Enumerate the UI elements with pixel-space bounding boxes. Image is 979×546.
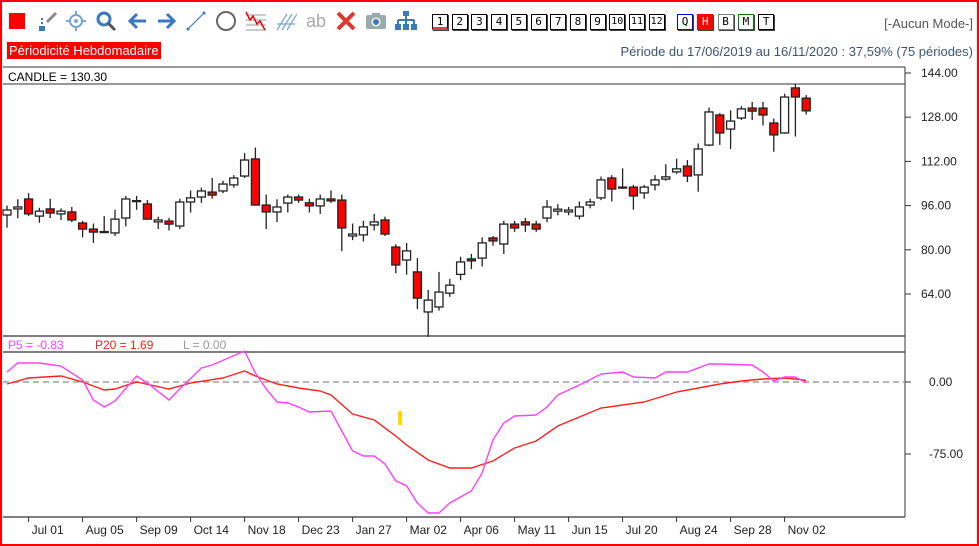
layout-button-10[interactable]: 10: [609, 14, 626, 30]
layout-button-1[interactable]: 1: [432, 14, 448, 30]
circle-icon[interactable]: [215, 10, 237, 32]
parallel-lines-icon[interactable]: [275, 10, 297, 32]
zoom-icon[interactable]: [95, 10, 117, 32]
chart-tool-icon[interactable]: [245, 10, 267, 32]
layout-button-2[interactable]: 2: [451, 14, 468, 30]
p20-label: P20 = 1.69: [95, 338, 154, 352]
hierarchy-icon[interactable]: [395, 10, 417, 32]
period-button-q[interactable]: Q: [677, 14, 693, 30]
line-icon[interactable]: [185, 10, 207, 32]
layout-button-6[interactable]: 6: [530, 14, 547, 30]
crosshair-icon[interactable]: [65, 10, 87, 32]
period-button-m[interactable]: M: [737, 14, 754, 30]
mode-indicator: [-Aucun Mode-]: [884, 16, 973, 31]
layout-button-11[interactable]: 11: [629, 14, 645, 30]
layout-button-12[interactable]: 12: [648, 14, 665, 30]
layout-button-5[interactable]: 5: [510, 14, 527, 30]
period-button-t[interactable]: T: [758, 14, 775, 30]
layout-button-4[interactable]: 4: [491, 14, 508, 30]
window-frame: [0, 0, 979, 546]
p5-label: P5 = -0.83: [8, 338, 64, 352]
period-button-h[interactable]: H: [697, 14, 714, 30]
color-square-icon[interactable]: [6, 10, 28, 32]
camera-icon[interactable]: [365, 10, 387, 32]
pencil-icon[interactable]: [36, 10, 58, 32]
delete-icon[interactable]: [335, 10, 357, 32]
layout-button-7[interactable]: 7: [550, 14, 567, 30]
arrow-right-icon[interactable]: [156, 10, 178, 32]
periodicity-badge[interactable]: Périodicité Hebdomadaire: [7, 42, 161, 59]
layout-button-3[interactable]: 3: [471, 14, 488, 30]
candle-value-label: CANDLE = 130.30: [8, 70, 108, 84]
layout-button-8[interactable]: 8: [569, 14, 586, 30]
period-summary: Période du 17/06/2019 au 16/11/2020 : 37…: [620, 44, 973, 59]
layout-button-9[interactable]: 9: [589, 14, 606, 30]
period-button-b[interactable]: B: [717, 14, 734, 30]
arrow-left-icon[interactable]: [126, 10, 148, 32]
l-label: L = 0.00: [183, 338, 227, 352]
text-icon[interactable]: ab: [304, 10, 328, 32]
